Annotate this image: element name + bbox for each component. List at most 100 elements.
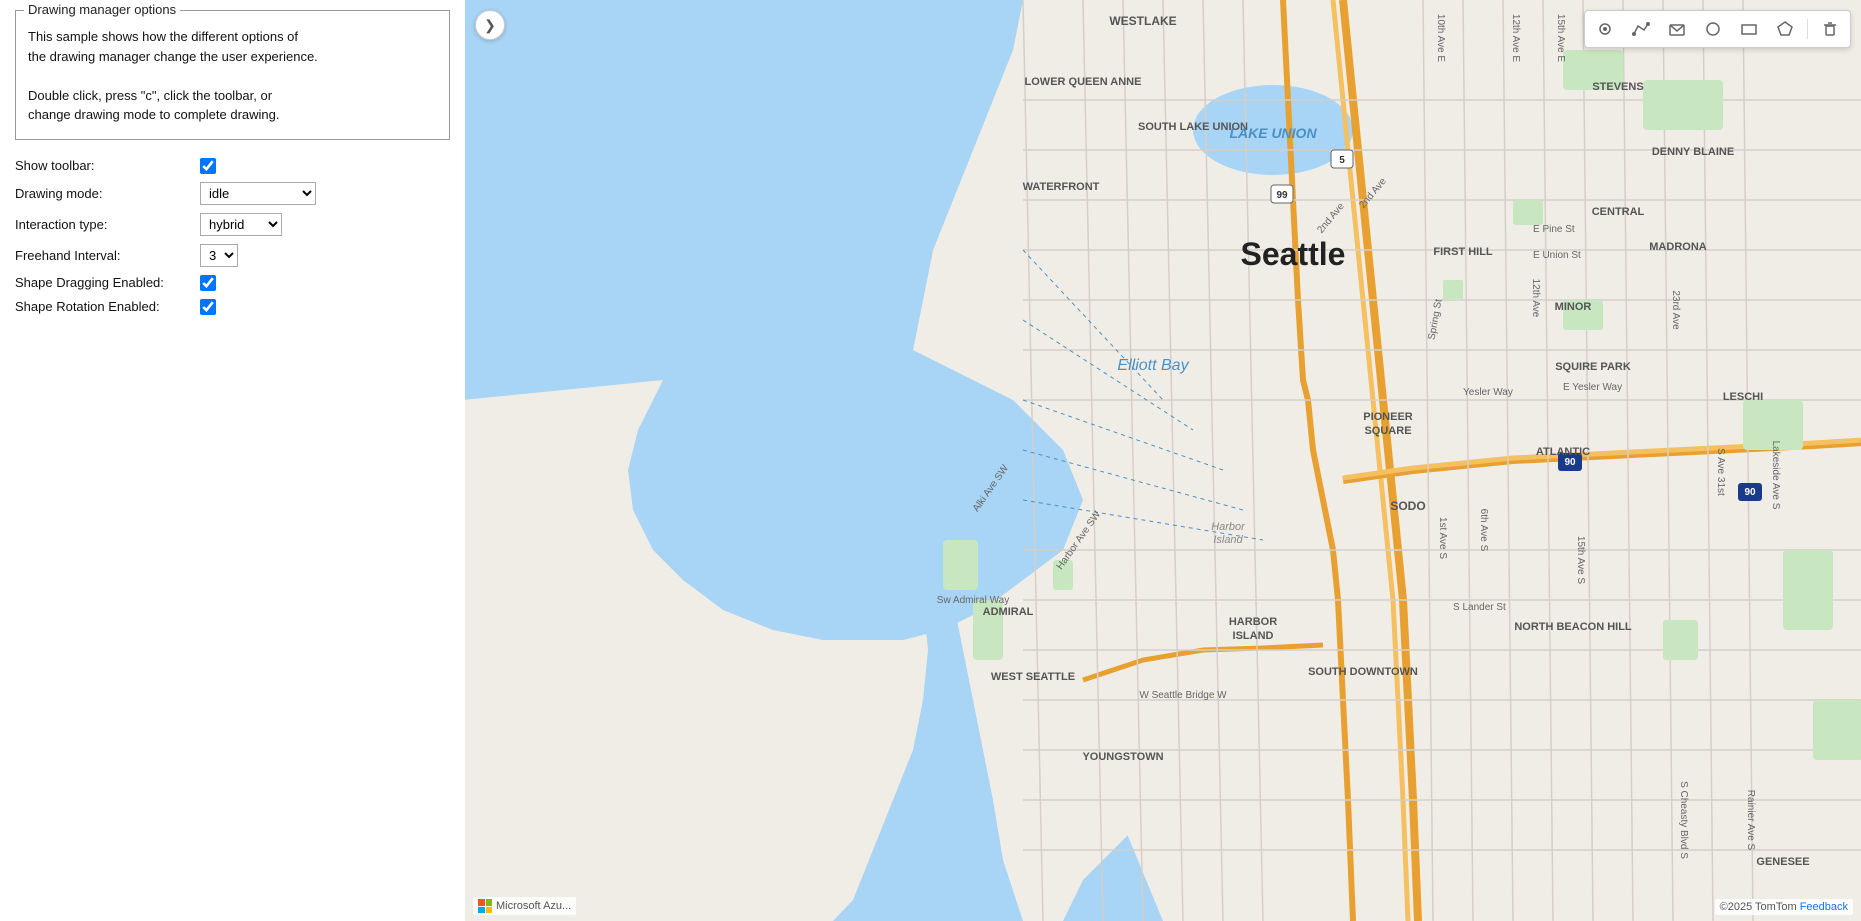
svg-text:Elliott Bay: Elliott Bay bbox=[1117, 357, 1189, 374]
drawing-mode-value: idle draw-point draw-line draw-polygon d… bbox=[200, 182, 316, 205]
shape-rotation-value bbox=[200, 299, 216, 315]
svg-text:DENNY BLAINE: DENNY BLAINE bbox=[1652, 146, 1734, 158]
svg-text:10th Ave E: 10th Ave E bbox=[1435, 14, 1446, 63]
delete-icon bbox=[1821, 20, 1839, 38]
show-toolbar-row: Show toolbar: bbox=[15, 158, 450, 174]
svg-text:LAKE UNION: LAKE UNION bbox=[1229, 125, 1317, 141]
svg-text:S Lander St: S Lander St bbox=[1453, 602, 1506, 613]
polygon-tool-button[interactable] bbox=[1771, 15, 1799, 43]
svg-text:15th Ave S: 15th Ave S bbox=[1575, 536, 1586, 585]
drawing-toolbar bbox=[1584, 10, 1851, 48]
point-icon bbox=[1596, 20, 1614, 38]
rectangle-tool-button[interactable] bbox=[1735, 15, 1763, 43]
svg-text:GENESEE: GENESEE bbox=[1756, 856, 1809, 868]
circle-draw-icon bbox=[1704, 20, 1722, 38]
shape-dragging-label: Shape Dragging Enabled: bbox=[15, 275, 200, 290]
interaction-type-row: Interaction type: click freehand hybrid bbox=[15, 213, 450, 236]
svg-text:1st Ave S: 1st Ave S bbox=[1437, 517, 1448, 559]
left-panel: Drawing manager options This sample show… bbox=[0, 0, 465, 921]
svg-text:ISLAND: ISLAND bbox=[1233, 630, 1274, 642]
svg-text:90: 90 bbox=[1564, 457, 1576, 468]
svg-text:S Ave 31st: S Ave 31st bbox=[1715, 448, 1726, 496]
svg-text:12th Ave: 12th Ave bbox=[1530, 279, 1541, 318]
show-toolbar-label: Show toolbar: bbox=[15, 158, 200, 173]
svg-text:Island: Island bbox=[1213, 534, 1243, 546]
polyline-tool-button[interactable] bbox=[1627, 15, 1655, 43]
svg-text:WATERFRONT: WATERFRONT bbox=[1023, 181, 1100, 193]
nav-icon: ❯ bbox=[484, 17, 496, 34]
ms-logo-text: Microsoft Azu... bbox=[496, 900, 571, 912]
shape-dragging-checkbox[interactable] bbox=[200, 275, 216, 291]
show-toolbar-value bbox=[200, 158, 216, 174]
freehand-interval-label: Freehand Interval: bbox=[15, 248, 200, 263]
mail-icon bbox=[1668, 20, 1686, 38]
svg-text:MINOR: MINOR bbox=[1555, 301, 1592, 313]
ms-squares-icon bbox=[478, 899, 492, 913]
svg-text:STEVENS: STEVENS bbox=[1592, 81, 1643, 93]
svg-text:YOUNGSTOWN: YOUNGSTOWN bbox=[1082, 751, 1163, 763]
svg-text:Rainier Ave S: Rainier Ave S bbox=[1745, 790, 1756, 851]
svg-text:23rd Ave: 23rd Ave bbox=[1670, 290, 1681, 330]
shape-dragging-row: Shape Dragging Enabled: bbox=[15, 275, 450, 291]
svg-text:NORTH BEACON HILL: NORTH BEACON HILL bbox=[1514, 621, 1632, 633]
delete-tool-button[interactable] bbox=[1816, 15, 1844, 43]
svg-text:SOUTH DOWNTOWN: SOUTH DOWNTOWN bbox=[1308, 666, 1418, 678]
mail-tool-button[interactable] bbox=[1663, 15, 1691, 43]
polygon-icon bbox=[1776, 20, 1794, 38]
svg-text:SQUARE: SQUARE bbox=[1364, 425, 1411, 437]
freehand-interval-row: Freehand Interval: 1 2 3 4 5 bbox=[15, 244, 450, 267]
svg-text:6th Ave S: 6th Ave S bbox=[1478, 509, 1489, 552]
svg-text:99: 99 bbox=[1276, 190, 1288, 201]
svg-text:Yesler Way: Yesler Way bbox=[1463, 387, 1513, 398]
svg-text:PIONEER: PIONEER bbox=[1363, 411, 1413, 423]
svg-text:HARBOR: HARBOR bbox=[1229, 616, 1277, 628]
svg-text:12th Ave E: 12th Ave E bbox=[1510, 14, 1521, 63]
interaction-type-label: Interaction type: bbox=[15, 217, 200, 232]
svg-text:WESTLAKE: WESTLAKE bbox=[1109, 14, 1176, 28]
svg-text:ADMIRAL: ADMIRAL bbox=[983, 606, 1034, 618]
map-attribution: ©2025 TomTom Feedback bbox=[1715, 899, 1853, 915]
svg-text:5: 5 bbox=[1339, 155, 1345, 166]
shape-rotation-label: Shape Rotation Enabled: bbox=[15, 299, 200, 314]
polyline-icon bbox=[1632, 20, 1650, 38]
circle-tool-button[interactable] bbox=[1699, 15, 1727, 43]
shape-dragging-value bbox=[200, 275, 216, 291]
svg-text:ATLANTIC: ATLANTIC bbox=[1536, 446, 1590, 458]
svg-text:SODO: SODO bbox=[1390, 499, 1425, 513]
svg-text:15th Ave E: 15th Ave E bbox=[1555, 14, 1566, 63]
svg-text:E Yesler Way: E Yesler Way bbox=[1563, 382, 1622, 393]
svg-text:W Seattle Bridge W: W Seattle Bridge W bbox=[1139, 690, 1227, 701]
svg-text:SQUIRE PARK: SQUIRE PARK bbox=[1555, 361, 1631, 373]
svg-text:Lakeside Ave S: Lakeside Ave S bbox=[1770, 441, 1781, 510]
shape-rotation-checkbox[interactable] bbox=[200, 299, 216, 315]
map-svg: 5 99 90 90 WESTLAKE LOWER QUEEN ANNE SOU… bbox=[465, 0, 1861, 921]
show-toolbar-checkbox[interactable] bbox=[200, 158, 216, 174]
freehand-interval-value: 1 2 3 4 5 bbox=[200, 244, 238, 267]
rectangle-icon bbox=[1740, 20, 1758, 38]
freehand-interval-select[interactable]: 1 2 3 4 5 bbox=[200, 244, 238, 267]
point-tool-button[interactable] bbox=[1591, 15, 1619, 43]
interaction-type-value: click freehand hybrid bbox=[200, 213, 282, 236]
interaction-type-select[interactable]: click freehand hybrid bbox=[200, 213, 282, 236]
options-box-title: Drawing manager options bbox=[24, 2, 180, 17]
drawing-mode-label: Drawing mode: bbox=[15, 186, 200, 201]
description: This sample shows how the different opti… bbox=[28, 27, 437, 125]
svg-text:WEST SEATTLE: WEST SEATTLE bbox=[991, 671, 1075, 683]
shape-rotation-row: Shape Rotation Enabled: bbox=[15, 299, 450, 315]
svg-text:CENTRAL: CENTRAL bbox=[1592, 206, 1645, 218]
feedback-link[interactable]: Feedback bbox=[1800, 901, 1848, 913]
svg-text:LOWER QUEEN ANNE: LOWER QUEEN ANNE bbox=[1025, 76, 1142, 88]
map-container[interactable]: ❯ bbox=[465, 0, 1861, 921]
options-box: Drawing manager options This sample show… bbox=[15, 10, 450, 140]
drawing-mode-select[interactable]: idle draw-point draw-line draw-polygon d… bbox=[200, 182, 316, 205]
svg-text:Sw Admiral Way: Sw Admiral Way bbox=[937, 595, 1009, 606]
drawing-mode-row: Drawing mode: idle draw-point draw-line … bbox=[15, 182, 450, 205]
svg-text:E Pine St: E Pine St bbox=[1533, 224, 1575, 235]
svg-text:MADRONA: MADRONA bbox=[1649, 241, 1706, 253]
svg-text:E Union St: E Union St bbox=[1533, 250, 1581, 261]
map-nav-button[interactable]: ❯ bbox=[475, 10, 505, 40]
toolbar-divider bbox=[1807, 19, 1808, 39]
svg-text:90: 90 bbox=[1744, 487, 1756, 498]
svg-text:Seattle: Seattle bbox=[1241, 236, 1346, 272]
svg-text:Harbor: Harbor bbox=[1211, 521, 1246, 533]
